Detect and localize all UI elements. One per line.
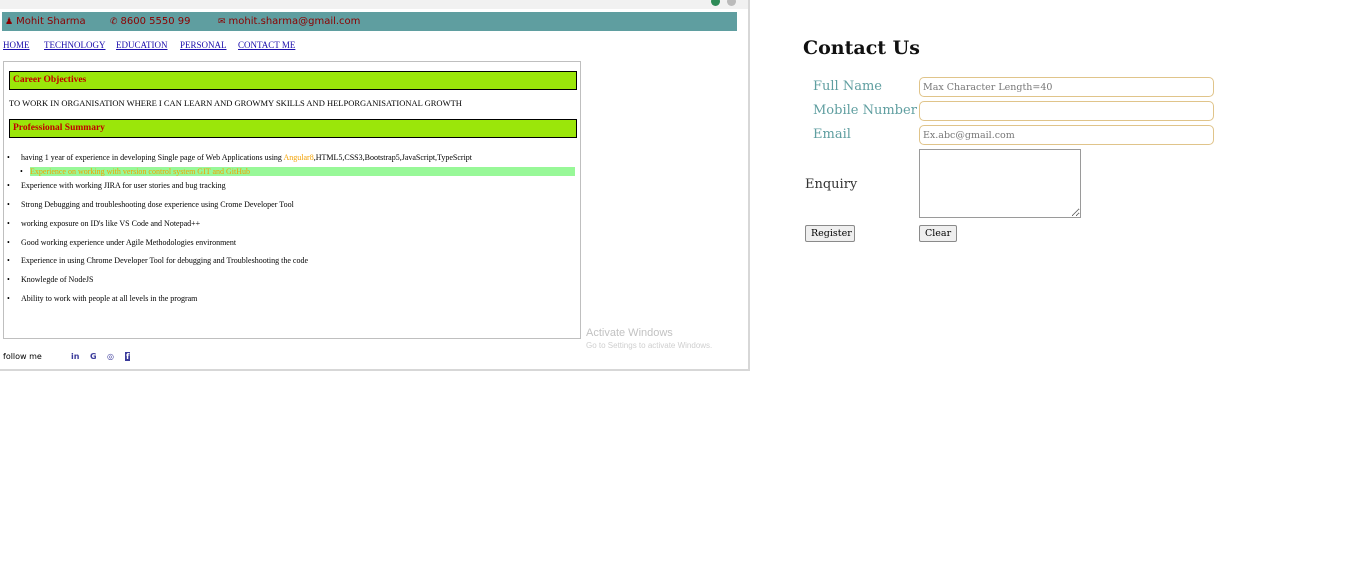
list-item: Strong Debugging and troubleshooting dos… bbox=[7, 200, 294, 209]
list-item: Experience on working with version contr… bbox=[20, 167, 575, 176]
professional-summary-heading: Professional Summary bbox=[9, 119, 577, 138]
email-input[interactable] bbox=[919, 125, 1214, 145]
nav-technology[interactable]: TECHNOLOGY bbox=[44, 40, 106, 50]
user-icon: ♟ bbox=[5, 17, 14, 27]
nav-personal[interactable]: PERSONAL bbox=[180, 40, 227, 50]
nav-education[interactable]: EDUCATION bbox=[116, 40, 168, 50]
header-name: ♟ Mohit Sharma bbox=[5, 12, 86, 32]
google-icon[interactable]: G bbox=[90, 352, 97, 361]
resume-screenshot: ♟ Mohit Sharma ✆ 8600 5550 99 ✉ mohit.sharm… bbox=[0, 0, 750, 371]
browser-menu-icon bbox=[727, 0, 736, 6]
browser-strip bbox=[0, 0, 748, 9]
list-item: Experience with working JIRA for user st… bbox=[7, 181, 226, 190]
enquiry-label: Enquiry bbox=[805, 177, 858, 192]
clear-button[interactable]: Clear bbox=[919, 225, 958, 242]
resume-content: Career Objectives TO WORK IN ORGANISATIO… bbox=[3, 61, 581, 339]
contact-header-bar: ♟ Mohit Sharma ✆ 8600 5550 99 ✉ mohit.sharm… bbox=[2, 12, 737, 31]
follow-me-label: follow me bbox=[3, 352, 42, 361]
register-button[interactable]: Register bbox=[805, 225, 855, 242]
facebook-icon[interactable]: f bbox=[125, 352, 131, 361]
full-name-input[interactable] bbox=[919, 77, 1214, 97]
enquiry-textarea[interactable] bbox=[919, 149, 1081, 218]
nav-contact-me[interactable]: CONTACT ME bbox=[238, 40, 295, 50]
career-objectives-heading: Career Objectives bbox=[9, 71, 577, 90]
linkedin-icon[interactable]: in bbox=[71, 352, 79, 361]
list-item: having 1 year of experience in developin… bbox=[7, 153, 472, 162]
activate-windows-subtitle: Go to Settings to activate Windows. bbox=[586, 341, 713, 350]
phone-icon: ✆ bbox=[110, 17, 118, 27]
header-phone: ✆ 8600 5550 99 bbox=[110, 12, 191, 32]
email-label: Email bbox=[813, 127, 851, 142]
instagram-icon[interactable]: ◎ bbox=[107, 352, 114, 361]
list-item: Good working experience under Agile Meth… bbox=[7, 238, 236, 247]
mobile-number-input[interactable] bbox=[919, 101, 1214, 121]
mobile-number-label: Mobile Number bbox=[813, 103, 917, 118]
envelope-icon: ✉ bbox=[218, 17, 226, 27]
list-item: Experience in using Chrome Developer Too… bbox=[7, 256, 308, 265]
contact-us-title: Contact Us bbox=[803, 37, 920, 59]
browser-status-icon bbox=[711, 0, 720, 6]
nav-home[interactable]: HOME bbox=[3, 40, 30, 50]
header-email: ✉ mohit.sharma@gmail.com bbox=[218, 12, 360, 32]
activate-windows-title: Activate Windows bbox=[586, 327, 673, 339]
career-objectives-text: TO WORK IN ORGANISATION WHERE I CAN LEAR… bbox=[9, 98, 462, 108]
list-item: Knowlegde of NodeJS bbox=[7, 275, 94, 284]
list-item: working exposure on ID's like VS Code an… bbox=[7, 219, 200, 228]
full-name-label: Full Name bbox=[813, 79, 882, 94]
list-item: Ability to work with people at all level… bbox=[7, 294, 197, 303]
